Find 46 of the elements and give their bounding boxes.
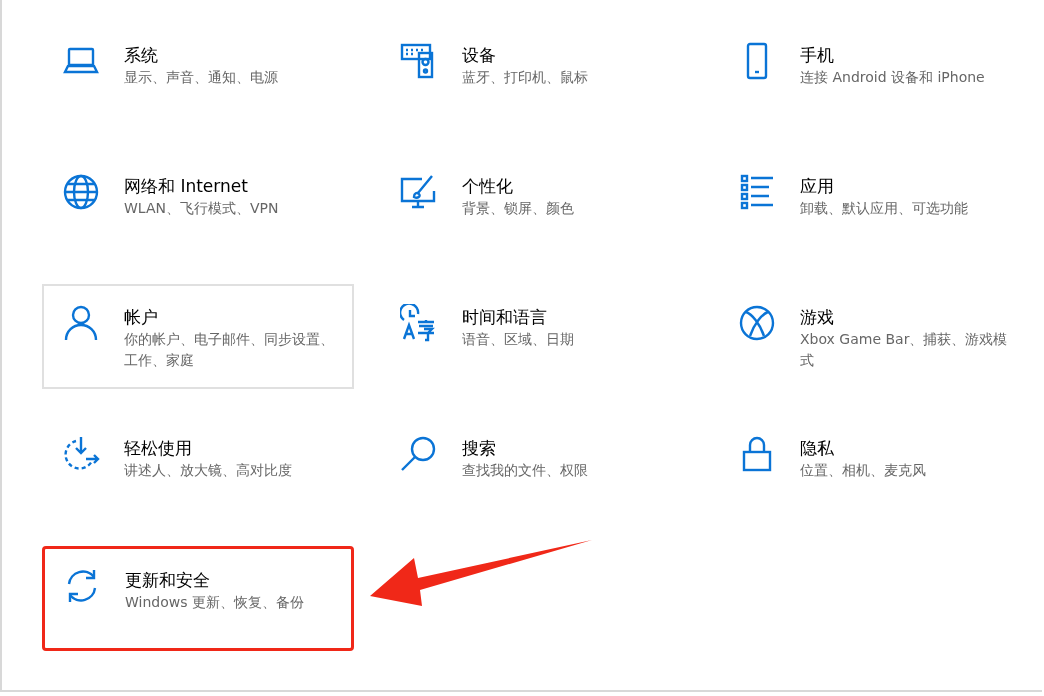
tile-title: 应用 (800, 175, 835, 198)
tile-description: 讲述人、放大镜、高对比度 (124, 461, 293, 480)
settings-tile[interactable]: 更新和安全 Windows 更新、恢复、备份 (42, 546, 354, 651)
tile-description: 卸载、默认应用、可选功能 (800, 199, 969, 218)
tile-title: 游戏 (800, 306, 835, 329)
tile-description: 连接 Android 设备和 iPhone (800, 68, 986, 87)
globe-icon (62, 173, 100, 211)
monitor-with-brush-icon (400, 173, 438, 211)
tile-title: 搜索 (462, 437, 497, 460)
tile-description: 蓝牙、打印机、鼠标 (462, 68, 589, 87)
settings-tile[interactable]: 应用 卸载、默认应用、可选功能 (718, 153, 1030, 258)
settings-tile[interactable]: 隐私 位置、相机、麦克风 (718, 415, 1030, 520)
tile-description: 显示、声音、通知、电源 (124, 68, 279, 87)
tile-description: 位置、相机、麦克风 (800, 461, 927, 480)
tile-description: WLAN、飞行模式、VPN (124, 199, 280, 218)
accessibility-clock-icon (62, 435, 100, 473)
list-icon (738, 173, 776, 211)
tile-title: 更新和安全 (125, 569, 211, 592)
settings-tile[interactable]: 个性化 背景、锁屏、颜色 (380, 153, 692, 258)
tile-title: 隐私 (800, 437, 835, 460)
settings-tile[interactable]: 游戏 Xbox Game Bar、捕获、游戏模式 (718, 284, 1030, 389)
tile-title: 设备 (462, 44, 497, 67)
xbox-logo-icon (738, 304, 776, 342)
settings-tile[interactable]: 时间和语言 语音、区域、日期 (380, 284, 692, 389)
tile-description: 背景、锁屏、颜色 (462, 199, 575, 218)
tile-description: Xbox Game Bar、捕获、游戏模式 (800, 330, 1009, 370)
settings-tile[interactable]: 轻松使用 讲述人、放大镜、高对比度 (42, 415, 354, 520)
settings-tile[interactable]: 系统 显示、声音、通知、电源 (42, 22, 354, 127)
settings-tile[interactable]: 搜索 查找我的文件、权限 (380, 415, 692, 520)
tile-description: 语音、区域、日期 (462, 330, 575, 349)
tile-description: Windows 更新、恢复、备份 (125, 593, 305, 612)
tile-title: 手机 (800, 44, 835, 67)
settings-tile[interactable]: 网络和 Internet WLAN、飞行模式、VPN (42, 153, 354, 258)
tile-title: 时间和语言 (462, 306, 548, 329)
tile-title: 个性化 (462, 175, 514, 198)
settings-tile[interactable]: 手机 连接 Android 设备和 iPhone (718, 22, 1030, 127)
settings-tile[interactable]: 设备 蓝牙、打印机、鼠标 (380, 22, 692, 127)
tile-title: 轻松使用 (124, 437, 193, 460)
tile-title: 系统 (124, 44, 159, 67)
tile-description: 你的帐户、电子邮件、同步设置、工作、家庭 (124, 330, 335, 370)
search-icon (400, 435, 438, 473)
tile-description: 查找我的文件、权限 (462, 461, 589, 480)
tile-title: 帐户 (124, 306, 159, 329)
tile-title: 网络和 Internet (124, 175, 249, 198)
person-icon (62, 304, 100, 342)
settings-tile[interactable]: 帐户 你的帐户、电子邮件、同步设置、工作、家庭 (42, 284, 354, 389)
